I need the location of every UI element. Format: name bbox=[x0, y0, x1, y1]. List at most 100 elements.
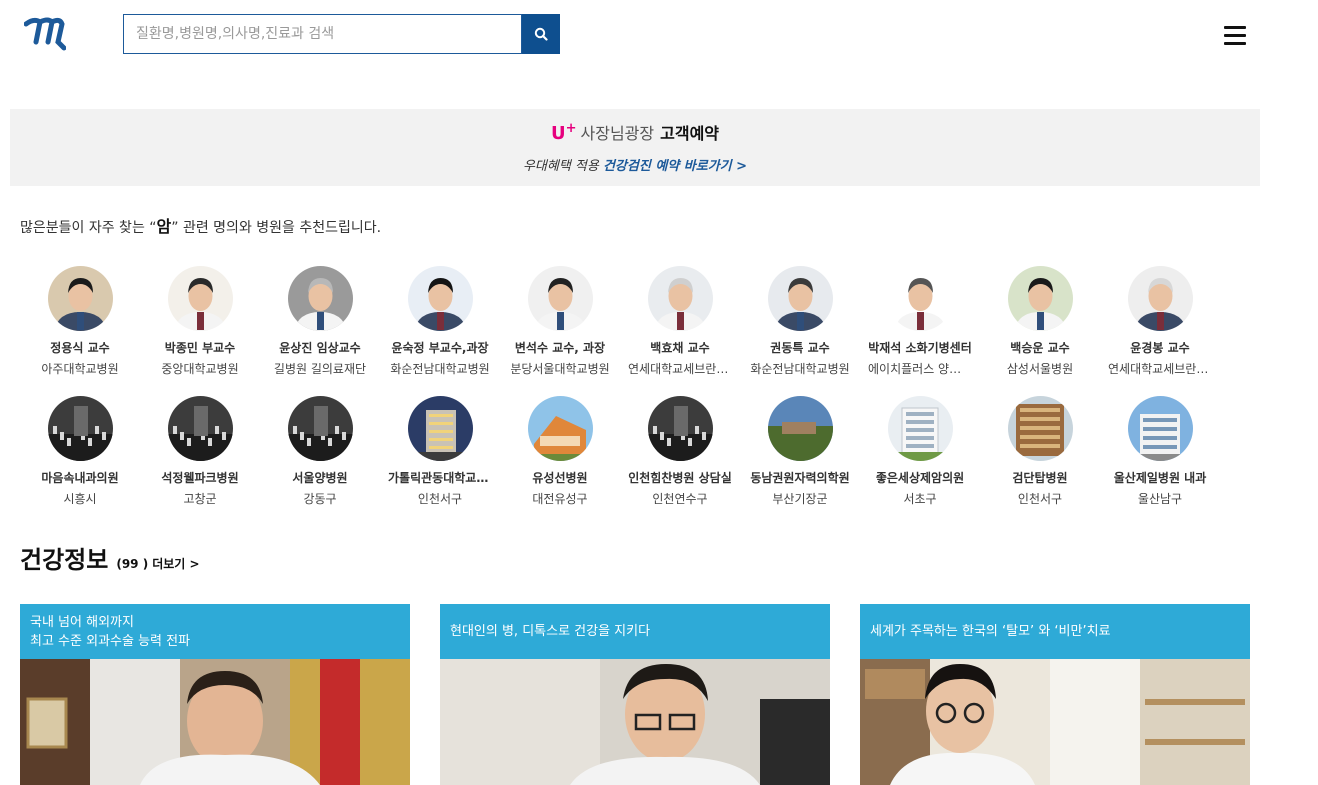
health-info-title: 건강정보 bbox=[20, 546, 109, 574]
hospital-name: 인천힘찬병원 상담실 bbox=[628, 471, 732, 485]
uplus-logo: U+ bbox=[550, 120, 577, 144]
health-article-card[interactable]: 세계가 주목하는 한국의 ‘탈모’ 와 ‘비만’치료 bbox=[860, 604, 1250, 785]
health-article-card[interactable]: 국내 넘어 해외까지 최고 수준 외과수술 능력 전파 bbox=[20, 604, 410, 785]
search-input[interactable] bbox=[123, 14, 522, 54]
hospital-photo bbox=[407, 396, 473, 461]
hospital-photo bbox=[887, 396, 953, 461]
doctor-hospital: 삼성서울병원 bbox=[1006, 362, 1074, 376]
doctor-card[interactable]: 권동특 교수화순전남대학교병원 bbox=[740, 266, 860, 377]
hospital-photo bbox=[287, 396, 353, 461]
health-info-more-link[interactable]: 더보기 > bbox=[152, 555, 199, 572]
hospital-card[interactable]: 인천힘찬병원 상담실인천연수구 bbox=[620, 396, 740, 507]
hospital-photo bbox=[1127, 396, 1193, 461]
hospital-region: 울산남구 bbox=[1137, 492, 1183, 506]
hospital-card[interactable]: 가톨릭관동대학교 국제성모병원인천서구 bbox=[380, 396, 500, 507]
hospital-region: 인천연수구 bbox=[652, 492, 708, 506]
hospital-list: 마음속내과의원시흥시석정웰파크병원고창군서울양병원강동구가톨릭관동대학교 국제성… bbox=[20, 396, 1220, 507]
hospital-name: 서울양병원 bbox=[292, 471, 348, 485]
doctor-card[interactable]: 윤상진 임상교수길병원 길의료재단 bbox=[260, 266, 380, 377]
hospital-card[interactable]: 검단탑병원인천서구 bbox=[980, 396, 1100, 507]
hospital-region: 부산기장군 bbox=[772, 492, 828, 506]
hospital-name: 마음속내과의원 bbox=[41, 471, 119, 485]
doctor-name: 권동특 교수 bbox=[770, 341, 830, 355]
doctor-hospital: 중앙대학교병원 bbox=[161, 362, 239, 376]
hospital-card[interactable]: 석정웰파크병원고창군 bbox=[140, 396, 260, 507]
article-image bbox=[860, 659, 1250, 785]
hospital-photo bbox=[647, 396, 713, 461]
doctor-card[interactable]: 백승운 교수삼성서울병원 bbox=[980, 266, 1100, 377]
hospital-region: 시흥시 bbox=[63, 492, 97, 506]
hospital-name: 유성선병원 bbox=[532, 471, 588, 485]
doctor-photo bbox=[47, 266, 113, 331]
hospital-name: 동남권원자력의학원 bbox=[750, 471, 850, 485]
doctor-photo bbox=[527, 266, 593, 331]
doctor-photo bbox=[287, 266, 353, 331]
article-title: 국내 넘어 해외까지 최고 수준 외과수술 능력 전파 bbox=[20, 604, 410, 659]
doctor-hospital: 연세대학교세브란스병원 bbox=[1108, 362, 1220, 376]
article-image bbox=[20, 659, 410, 785]
doctor-name: 변석수 교수, 과장 bbox=[514, 341, 606, 355]
banner-brand-name: 사장님광장 bbox=[580, 124, 655, 143]
hospital-region: 고창군 bbox=[183, 492, 217, 506]
recommendation-text: 많은분들이 자주 찾는 “암” 관련 명의와 병원을 추천드립니다. bbox=[20, 217, 382, 236]
header bbox=[0, 0, 1318, 70]
hospital-region: 인천서구 bbox=[417, 492, 463, 506]
doctor-card[interactable]: 윤경봉 교수연세대학교세브란스병원 bbox=[1100, 266, 1220, 377]
doctor-name: 박재석 소화기병센터 bbox=[868, 341, 972, 355]
doctor-photo bbox=[407, 266, 473, 331]
doctor-card[interactable]: 변석수 교수, 과장분당서울대학교병원 bbox=[500, 266, 620, 377]
hospital-photo bbox=[167, 396, 233, 461]
doctor-hospital: 길병원 길의료재단 bbox=[273, 362, 367, 376]
doctor-card[interactable]: 백효채 교수 연세대학교세브란스병원 bbox=[620, 266, 740, 377]
doctor-photo bbox=[1127, 266, 1193, 331]
uplus-reservation-banner[interactable]: U+ 사장님광장 고객예약 우대혜택 적용 건강검진 예약 바로가기 > bbox=[10, 109, 1260, 186]
doctor-name: 윤경봉 교수 bbox=[1130, 341, 1190, 355]
hospital-card[interactable]: 울산제일병원 내과 울산남구 bbox=[1100, 396, 1220, 507]
doctor-photo bbox=[1007, 266, 1073, 331]
hospital-region: 인천서구 bbox=[1017, 492, 1063, 506]
doctor-card[interactable]: 윤숙정 부교수,과장 화순전남대학교병원 bbox=[380, 266, 500, 377]
doctor-hospital: 화순전남대학교병원 bbox=[750, 362, 850, 376]
doctor-hospital: 에이치플러스 양지병원 bbox=[868, 362, 980, 376]
doctor-hospital: 분당서울대학교병원 bbox=[510, 362, 610, 376]
checkup-reservation-link[interactable]: 건강검진 예약 바로가기 > bbox=[603, 159, 747, 174]
health-info-count: (99 ) bbox=[116, 557, 149, 571]
doctor-hospital: 연세대학교세브란스병원 bbox=[628, 362, 740, 376]
doctor-photo bbox=[767, 266, 833, 331]
hospital-region: 서초구 bbox=[903, 492, 937, 506]
doctor-name: 정용식 교수 bbox=[50, 341, 110, 355]
doctor-photo bbox=[887, 266, 953, 331]
doctor-list: 정용식 교수 아주대학교병원 박종민 부교수 중앙대학교병원 윤상진 임상교수 길병원 길… bbox=[20, 266, 1220, 377]
hospital-region: 강동구 bbox=[303, 492, 337, 506]
hospital-name: 검단탑병원 bbox=[1012, 471, 1068, 485]
doctor-name: 윤숙정 부교수,과장 bbox=[391, 341, 489, 355]
search-button[interactable] bbox=[522, 14, 560, 54]
hamburger-menu-icon[interactable] bbox=[1224, 26, 1246, 46]
hospital-name: 석정웰파크병원 bbox=[161, 471, 239, 485]
logo[interactable] bbox=[23, 16, 67, 52]
banner-title: U+ 사장님광장 고객예약 bbox=[10, 119, 1260, 145]
banner-title-strong: 고객예약 bbox=[660, 124, 720, 143]
doctor-name: 백승운 교수 bbox=[1010, 341, 1070, 355]
doctor-photo bbox=[647, 266, 713, 331]
health-article-card[interactable]: 현대인의 병, 디톡스로 건강을 지키다 bbox=[440, 604, 830, 785]
article-image bbox=[440, 659, 830, 785]
hospital-photo bbox=[1007, 396, 1073, 461]
doctor-card[interactable]: 박재석 소화기병센터에이치플러스 양지병원 bbox=[860, 266, 980, 377]
hospital-card[interactable]: 서울양병원강동구 bbox=[260, 396, 380, 507]
hospital-photo bbox=[527, 396, 593, 461]
doctor-card[interactable]: 박종민 부교수중앙대학교병원 bbox=[140, 266, 260, 377]
recommend-keyword: 암 bbox=[156, 217, 172, 236]
hospital-card[interactable]: 마음속내과의원시흥시 bbox=[20, 396, 140, 507]
doctor-name: 박종민 부교수 bbox=[164, 341, 236, 355]
health-info-header: 건강정보 (99 ) 더보기 > bbox=[20, 540, 200, 575]
doctor-name: 윤상진 임상교수 bbox=[279, 341, 361, 355]
doctor-card[interactable]: 정용식 교수아주대학교병원 bbox=[20, 266, 140, 377]
search-bar bbox=[123, 14, 560, 54]
hospital-card[interactable]: 동남권원자력의학원부산기장군 bbox=[740, 396, 860, 507]
doctor-photo bbox=[167, 266, 233, 331]
hospital-card[interactable]: 좋은세상제암의원서초구 bbox=[860, 396, 980, 507]
hospital-card[interactable]: 유성선병원 대전유성구 bbox=[500, 396, 620, 507]
hospital-name: 좋은세상제암의원 bbox=[875, 471, 965, 485]
doctor-hospital: 아주대학교병원 bbox=[41, 362, 119, 376]
